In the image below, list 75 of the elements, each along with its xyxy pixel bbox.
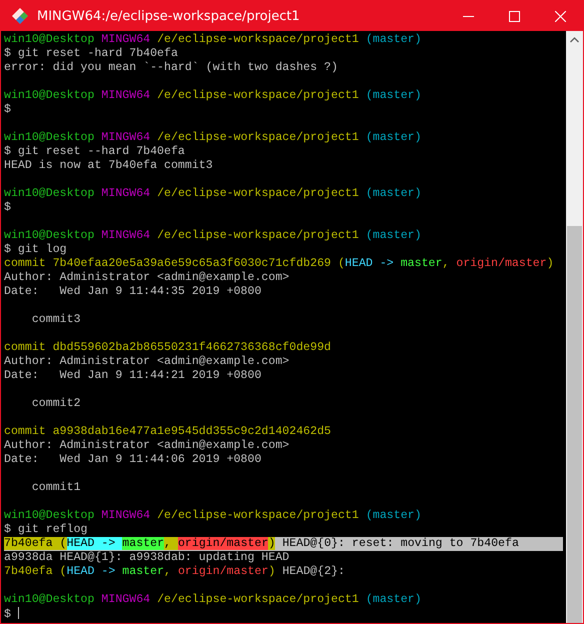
terminal-text: master: [122, 565, 164, 578]
terminal-text: HEAD ->: [66, 537, 122, 550]
terminal-text: 7b40efa (: [4, 537, 67, 550]
terminal-text: MINGW64: [101, 33, 152, 46]
terminal-text: commit2: [30, 397, 81, 410]
terminal-text: win10@Desktop: [4, 187, 96, 200]
terminal-text: /e/eclipse-workspace/project1: [157, 187, 360, 200]
terminal-text: win10@Desktop: [4, 229, 96, 242]
terminal-text: MINGW64: [101, 229, 152, 242]
terminal-text: Author: Administrator <admin@example.com>: [4, 355, 290, 368]
terminal-text: (master): [366, 509, 422, 522]
terminal-text: /e/eclipse-workspace/project1: [157, 593, 360, 606]
terminal-text: $ git reflog: [4, 523, 88, 536]
terminal-text: origin/master: [178, 537, 268, 550]
terminal-text: HEAD is now at 7b40efa commit3: [4, 159, 213, 172]
terminal-text: error: did you mean `--hard` (with two dashes ?): [4, 61, 338, 74]
terminal-text: Date: Wed Jan 9 11:44:21 2019 +0800: [4, 369, 262, 382]
window-title: MINGW64:/e/eclipse-workspace/project1: [37, 8, 301, 24]
terminal-text: /e/eclipse-workspace/project1: [157, 33, 360, 46]
terminal-text: Date: Wed Jan 9 11:44:06 2019 +0800: [4, 453, 262, 466]
terminal-text: (master): [366, 187, 422, 200]
terminal-text: origin/master: [178, 565, 268, 578]
terminal-text: win10@Desktop: [4, 131, 96, 144]
terminal-text: ): [546, 257, 554, 270]
diamond-icon: [11, 7, 29, 25]
terminal-text: $ git reset -hard 7b40efa: [4, 47, 178, 60]
terminal-text: ,: [442, 257, 450, 270]
terminal-text: master: [400, 257, 442, 270]
terminal-text: win10@Desktop: [4, 509, 96, 522]
terminal-text: origin/master: [456, 257, 547, 270]
terminal-text: HEAD ->: [66, 565, 116, 578]
terminal-text: $: [4, 608, 12, 621]
terminal-text: commit dbd559602ba2b86550231f4662736368cf0de99d: [4, 341, 331, 354]
terminal-text: win10@Desktop: [4, 89, 96, 102]
terminal-text: commit 7b40efaa20e5a39a6e59c65a3f6030c71cfdb269 (: [4, 257, 345, 270]
terminal-text: /e/eclipse-workspace/project1: [157, 509, 360, 522]
terminal-text: $: [4, 103, 11, 116]
terminal-text: MINGW64: [101, 187, 152, 200]
terminal-text: MINGW64: [101, 509, 152, 522]
terminal-text: /e/eclipse-workspace/project1: [157, 229, 360, 242]
terminal-text: 7b40efa (: [4, 565, 67, 578]
terminal-text: HEAD@{0}: reset: moving to 7b40efa: [281, 537, 519, 550]
terminal-text: HEAD@{2}:: [281, 565, 345, 578]
terminal-text: (master): [366, 593, 422, 606]
terminal-text: commit1: [30, 481, 81, 494]
terminal-text: $ git reset --hard 7b40efa: [4, 145, 185, 158]
terminal-text: (master): [366, 89, 422, 102]
close-icon: [554, 10, 566, 22]
terminal-text: (master): [366, 33, 422, 46]
terminal-text: ,: [164, 565, 172, 578]
terminal-text: commit3: [30, 313, 81, 326]
maximize-icon: [508, 10, 520, 22]
terminal-text: ): [268, 565, 276, 578]
scrollbar[interactable]: [566, 31, 583, 623]
terminal-text: commit a9938dab16e477a1e9545dd355c9c2d1402462d5: [4, 425, 331, 438]
terminal-text: /e/eclipse-workspace/project1: [157, 131, 360, 144]
terminal-text: win10@Desktop: [4, 593, 96, 606]
terminal-text: (master): [366, 131, 422, 144]
terminal-text: win10@Desktop: [4, 33, 96, 46]
terminal-text: a9938da HEAD@{1}: a9938dab: updating HEAD: [4, 551, 290, 564]
terminal-text: Author: Administrator <admin@example.com>: [4, 439, 290, 452]
terminal-text: /e/eclipse-workspace/project1: [157, 89, 360, 102]
terminal-text: $: [4, 201, 11, 214]
terminal-text: Author: Administrator <admin@example.com>: [4, 271, 290, 284]
terminal-text: Date: Wed Jan 9 11:44:35 2019 +0800: [4, 285, 262, 298]
terminal-text: HEAD ->: [344, 257, 395, 270]
terminal-text: ,: [164, 537, 178, 550]
terminal-text: MINGW64: [101, 593, 152, 606]
terminal-text: master: [122, 537, 164, 550]
terminal-text: MINGW64: [101, 131, 152, 144]
terminal-text: $ git log: [4, 243, 67, 256]
terminal-text: ): [268, 537, 276, 550]
terminal-text: MINGW64: [101, 89, 152, 102]
terminal-text: (master): [366, 229, 422, 242]
scrollbar-thumb[interactable]: [567, 226, 582, 623]
